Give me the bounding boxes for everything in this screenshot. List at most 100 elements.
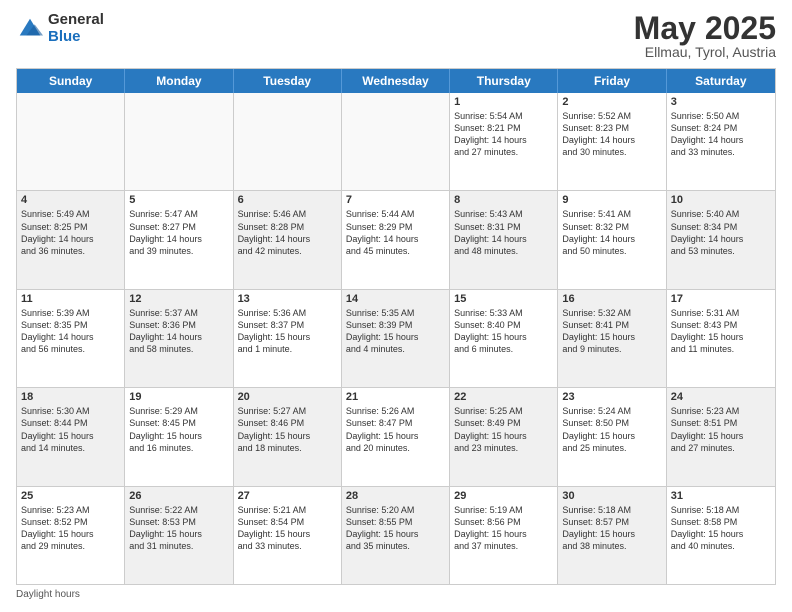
cal-cell-13: 13Sunrise: 5:36 AMSunset: 8:37 PMDayligh… bbox=[234, 290, 342, 387]
cell-text-line: Sunrise: 5:43 AM bbox=[454, 208, 553, 220]
page: General Blue May 2025 Ellmau, Tyrol, Aus… bbox=[0, 0, 792, 612]
cell-text-line: Sunset: 8:50 PM bbox=[562, 417, 661, 429]
cal-cell-1: 1Sunrise: 5:54 AMSunset: 8:21 PMDaylight… bbox=[450, 93, 558, 190]
cell-text-line: Sunset: 8:37 PM bbox=[238, 319, 337, 331]
day-number: 13 bbox=[238, 293, 337, 305]
calendar-header: SundayMondayTuesdayWednesdayThursdayFrid… bbox=[17, 69, 775, 93]
cell-text-line: Sunset: 8:46 PM bbox=[238, 417, 337, 429]
header: General Blue May 2025 Ellmau, Tyrol, Aus… bbox=[16, 12, 776, 60]
cell-text-line: Sunrise: 5:30 AM bbox=[21, 405, 120, 417]
cal-row-3: 18Sunrise: 5:30 AMSunset: 8:44 PMDayligh… bbox=[17, 387, 775, 485]
cell-text-line: Sunrise: 5:41 AM bbox=[562, 208, 661, 220]
cell-text-line: Daylight: 14 hours bbox=[562, 134, 661, 146]
calendar: SundayMondayTuesdayWednesdayThursdayFrid… bbox=[16, 68, 776, 585]
cell-text-line: Sunrise: 5:35 AM bbox=[346, 307, 445, 319]
cell-text-line: and 48 minutes. bbox=[454, 245, 553, 257]
cal-cell-10: 10Sunrise: 5:40 AMSunset: 8:34 PMDayligh… bbox=[667, 191, 775, 288]
cal-row-2: 11Sunrise: 5:39 AMSunset: 8:35 PMDayligh… bbox=[17, 289, 775, 387]
cell-text-line: Daylight: 15 hours bbox=[346, 528, 445, 540]
cal-cell-16: 16Sunrise: 5:32 AMSunset: 8:41 PMDayligh… bbox=[558, 290, 666, 387]
cal-cell-5: 5Sunrise: 5:47 AMSunset: 8:27 PMDaylight… bbox=[125, 191, 233, 288]
cell-text-line: and 11 minutes. bbox=[671, 343, 771, 355]
cell-text-line: Sunset: 8:27 PM bbox=[129, 221, 228, 233]
cell-text-line: Sunset: 8:54 PM bbox=[238, 516, 337, 528]
cal-header-thursday: Thursday bbox=[450, 69, 558, 93]
cal-header-wednesday: Wednesday bbox=[342, 69, 450, 93]
cell-text-line: Sunrise: 5:36 AM bbox=[238, 307, 337, 319]
cell-text-line: Sunset: 8:58 PM bbox=[671, 516, 771, 528]
cell-text-line: Sunrise: 5:27 AM bbox=[238, 405, 337, 417]
cell-text-line: Sunrise: 5:24 AM bbox=[562, 405, 661, 417]
cell-text-line: and 58 minutes. bbox=[129, 343, 228, 355]
cal-header-monday: Monday bbox=[125, 69, 233, 93]
day-number: 11 bbox=[21, 293, 120, 305]
cell-text-line: Sunrise: 5:54 AM bbox=[454, 110, 553, 122]
cell-text-line: Sunrise: 5:49 AM bbox=[21, 208, 120, 220]
day-number: 17 bbox=[671, 293, 771, 305]
cell-text-line: and 35 minutes. bbox=[346, 540, 445, 552]
cell-text-line: Sunset: 8:51 PM bbox=[671, 417, 771, 429]
cell-text-line: Daylight: 15 hours bbox=[346, 430, 445, 442]
cell-text-line: and 18 minutes. bbox=[238, 442, 337, 454]
cell-text-line: and 27 minutes. bbox=[454, 146, 553, 158]
cell-text-line: and 1 minute. bbox=[238, 343, 337, 355]
cell-text-line: Sunrise: 5:39 AM bbox=[21, 307, 120, 319]
cell-text-line: Sunrise: 5:52 AM bbox=[562, 110, 661, 122]
cal-cell-21: 21Sunrise: 5:26 AMSunset: 8:47 PMDayligh… bbox=[342, 388, 450, 485]
cell-text-line: and 14 minutes. bbox=[21, 442, 120, 454]
cal-cell-25: 25Sunrise: 5:23 AMSunset: 8:52 PMDayligh… bbox=[17, 487, 125, 584]
cell-text-line: Sunrise: 5:47 AM bbox=[129, 208, 228, 220]
cell-text-line: Sunset: 8:56 PM bbox=[454, 516, 553, 528]
cell-text-line: Daylight: 15 hours bbox=[454, 528, 553, 540]
cell-text-line: Sunset: 8:57 PM bbox=[562, 516, 661, 528]
cell-text-line: Sunrise: 5:33 AM bbox=[454, 307, 553, 319]
cell-text-line: Daylight: 15 hours bbox=[129, 430, 228, 442]
cell-text-line: Daylight: 15 hours bbox=[562, 430, 661, 442]
cell-text-line: Sunset: 8:23 PM bbox=[562, 122, 661, 134]
cal-cell-22: 22Sunrise: 5:25 AMSunset: 8:49 PMDayligh… bbox=[450, 388, 558, 485]
cell-text-line: Daylight: 15 hours bbox=[21, 528, 120, 540]
cal-cell-8: 8Sunrise: 5:43 AMSunset: 8:31 PMDaylight… bbox=[450, 191, 558, 288]
day-number: 28 bbox=[346, 490, 445, 502]
day-number: 29 bbox=[454, 490, 553, 502]
cal-cell-18: 18Sunrise: 5:30 AMSunset: 8:44 PMDayligh… bbox=[17, 388, 125, 485]
cell-text-line: and 37 minutes. bbox=[454, 540, 553, 552]
cell-text-line: Daylight: 15 hours bbox=[562, 331, 661, 343]
cell-text-line: Daylight: 14 hours bbox=[454, 134, 553, 146]
cell-text-line: Sunset: 8:45 PM bbox=[129, 417, 228, 429]
day-number: 27 bbox=[238, 490, 337, 502]
day-number: 3 bbox=[671, 96, 771, 108]
cell-text-line: and 36 minutes. bbox=[21, 245, 120, 257]
cal-cell-19: 19Sunrise: 5:29 AMSunset: 8:45 PMDayligh… bbox=[125, 388, 233, 485]
cell-text-line: Sunset: 8:31 PM bbox=[454, 221, 553, 233]
cell-text-line: Sunset: 8:41 PM bbox=[562, 319, 661, 331]
cal-cell-26: 26Sunrise: 5:22 AMSunset: 8:53 PMDayligh… bbox=[125, 487, 233, 584]
cal-row-4: 25Sunrise: 5:23 AMSunset: 8:52 PMDayligh… bbox=[17, 486, 775, 584]
cal-cell-empty-3 bbox=[342, 93, 450, 190]
cell-text-line: Daylight: 15 hours bbox=[346, 331, 445, 343]
cell-text-line: Sunset: 8:25 PM bbox=[21, 221, 120, 233]
cal-cell-29: 29Sunrise: 5:19 AMSunset: 8:56 PMDayligh… bbox=[450, 487, 558, 584]
day-number: 23 bbox=[562, 391, 661, 403]
cell-text-line: Sunset: 8:29 PM bbox=[346, 221, 445, 233]
day-number: 19 bbox=[129, 391, 228, 403]
logo-icon bbox=[16, 15, 44, 43]
cal-row-0: 1Sunrise: 5:54 AMSunset: 8:21 PMDaylight… bbox=[17, 93, 775, 190]
day-number: 16 bbox=[562, 293, 661, 305]
cell-text-line: and 42 minutes. bbox=[238, 245, 337, 257]
cell-text-line: and 45 minutes. bbox=[346, 245, 445, 257]
logo-text: General Blue bbox=[48, 12, 104, 45]
day-number: 2 bbox=[562, 96, 661, 108]
day-number: 1 bbox=[454, 96, 553, 108]
day-number: 15 bbox=[454, 293, 553, 305]
cell-text-line: Sunrise: 5:44 AM bbox=[346, 208, 445, 220]
cell-text-line: Sunset: 8:39 PM bbox=[346, 319, 445, 331]
cell-text-line: and 16 minutes. bbox=[129, 442, 228, 454]
cal-cell-7: 7Sunrise: 5:44 AMSunset: 8:29 PMDaylight… bbox=[342, 191, 450, 288]
cal-cell-28: 28Sunrise: 5:20 AMSunset: 8:55 PMDayligh… bbox=[342, 487, 450, 584]
cal-cell-24: 24Sunrise: 5:23 AMSunset: 8:51 PMDayligh… bbox=[667, 388, 775, 485]
cell-text-line: and 40 minutes. bbox=[671, 540, 771, 552]
cal-cell-27: 27Sunrise: 5:21 AMSunset: 8:54 PMDayligh… bbox=[234, 487, 342, 584]
title-month: May 2025 bbox=[634, 12, 776, 44]
calendar-body: 1Sunrise: 5:54 AMSunset: 8:21 PMDaylight… bbox=[17, 93, 775, 584]
